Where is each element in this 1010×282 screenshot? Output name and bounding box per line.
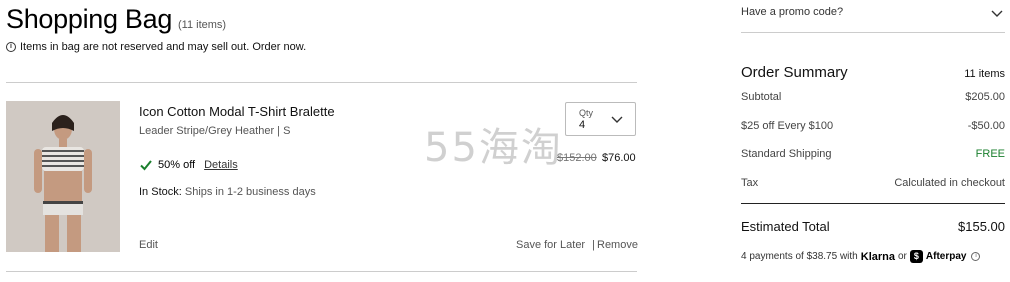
- klarna-logo[interactable]: Klarna: [861, 251, 895, 263]
- qty-label: Qty: [579, 108, 594, 118]
- bag-item-count: (11 items): [178, 19, 227, 31]
- watermark: 55海淘: [424, 125, 563, 171]
- qty-value: 4: [579, 119, 586, 131]
- stock-label: In Stock:: [139, 186, 182, 198]
- promo-code-toggle[interactable]: Have a promo code?: [741, 6, 843, 18]
- stock-note: Ships in 1-2 business days: [184, 186, 316, 198]
- chevron-down-icon[interactable]: [990, 6, 1004, 20]
- info-icon[interactable]: i: [971, 252, 981, 261]
- quantity-select[interactable]: Qty 4: [565, 102, 636, 136]
- stock-status: In Stock: Ships in 1-2 business days: [139, 186, 316, 198]
- order-summary-count: 11 items: [964, 68, 1005, 80]
- shipping-label: Standard Shipping: [741, 148, 832, 160]
- product-name[interactable]: Icon Cotton Modal T-Shirt Bralette: [139, 104, 335, 119]
- chevron-down-icon: [611, 116, 623, 123]
- bag-notice: i Items in bag are not reserved and may …: [6, 41, 306, 53]
- edit-button[interactable]: Edit: [139, 239, 158, 251]
- divider: [6, 82, 637, 83]
- installment-info: 4 payments of $38.75 with Klarna or $ Af…: [741, 250, 981, 263]
- discount-label: 50% off: [158, 159, 196, 171]
- or-text: or: [898, 251, 907, 262]
- afterpay-badge-icon: $: [909, 250, 923, 263]
- save-for-later-label[interactable]: Save for Later: [516, 239, 585, 251]
- page-title: Shopping Bag: [6, 4, 173, 34]
- save-for-later-button[interactable]: Save for Later |: [516, 239, 595, 251]
- check-icon: [140, 160, 152, 171]
- divider: [6, 271, 637, 272]
- tax-label: Tax: [741, 177, 759, 189]
- original-price: $152.00: [557, 152, 597, 164]
- order-summary-title: Order Summary: [741, 64, 848, 81]
- discount-row-label: $25 off Every $100: [741, 120, 834, 132]
- product-variant: Leader Stripe/Grey Heather | S: [139, 125, 291, 137]
- bag-notice-text: Items in bag are not reserved and may se…: [20, 41, 307, 53]
- afterpay-logo[interactable]: Afterpay: [926, 251, 967, 262]
- remove-button[interactable]: Remove: [597, 239, 638, 251]
- installment-text: 4 payments of $38.75 with: [741, 251, 858, 262]
- details-link[interactable]: Details: [204, 159, 238, 171]
- divider: [741, 32, 1005, 33]
- shipping-value: FREE: [975, 148, 1005, 160]
- subtotal-label: Subtotal: [741, 91, 782, 103]
- tax-value: Calculated in checkout: [894, 177, 1005, 189]
- product-image[interactable]: [6, 101, 120, 252]
- action-separator: |: [592, 239, 596, 251]
- product-discount: 50% off Details: [139, 158, 238, 172]
- sale-price: $76.00: [602, 152, 636, 164]
- discount-row-value: -$50.00: [967, 120, 1005, 132]
- divider: [741, 203, 1005, 204]
- estimated-total-value: $155.00: [958, 219, 1005, 234]
- subtotal-value: $205.00: [965, 91, 1005, 103]
- estimated-total-label: Estimated Total: [741, 219, 830, 234]
- info-icon: i: [6, 42, 16, 52]
